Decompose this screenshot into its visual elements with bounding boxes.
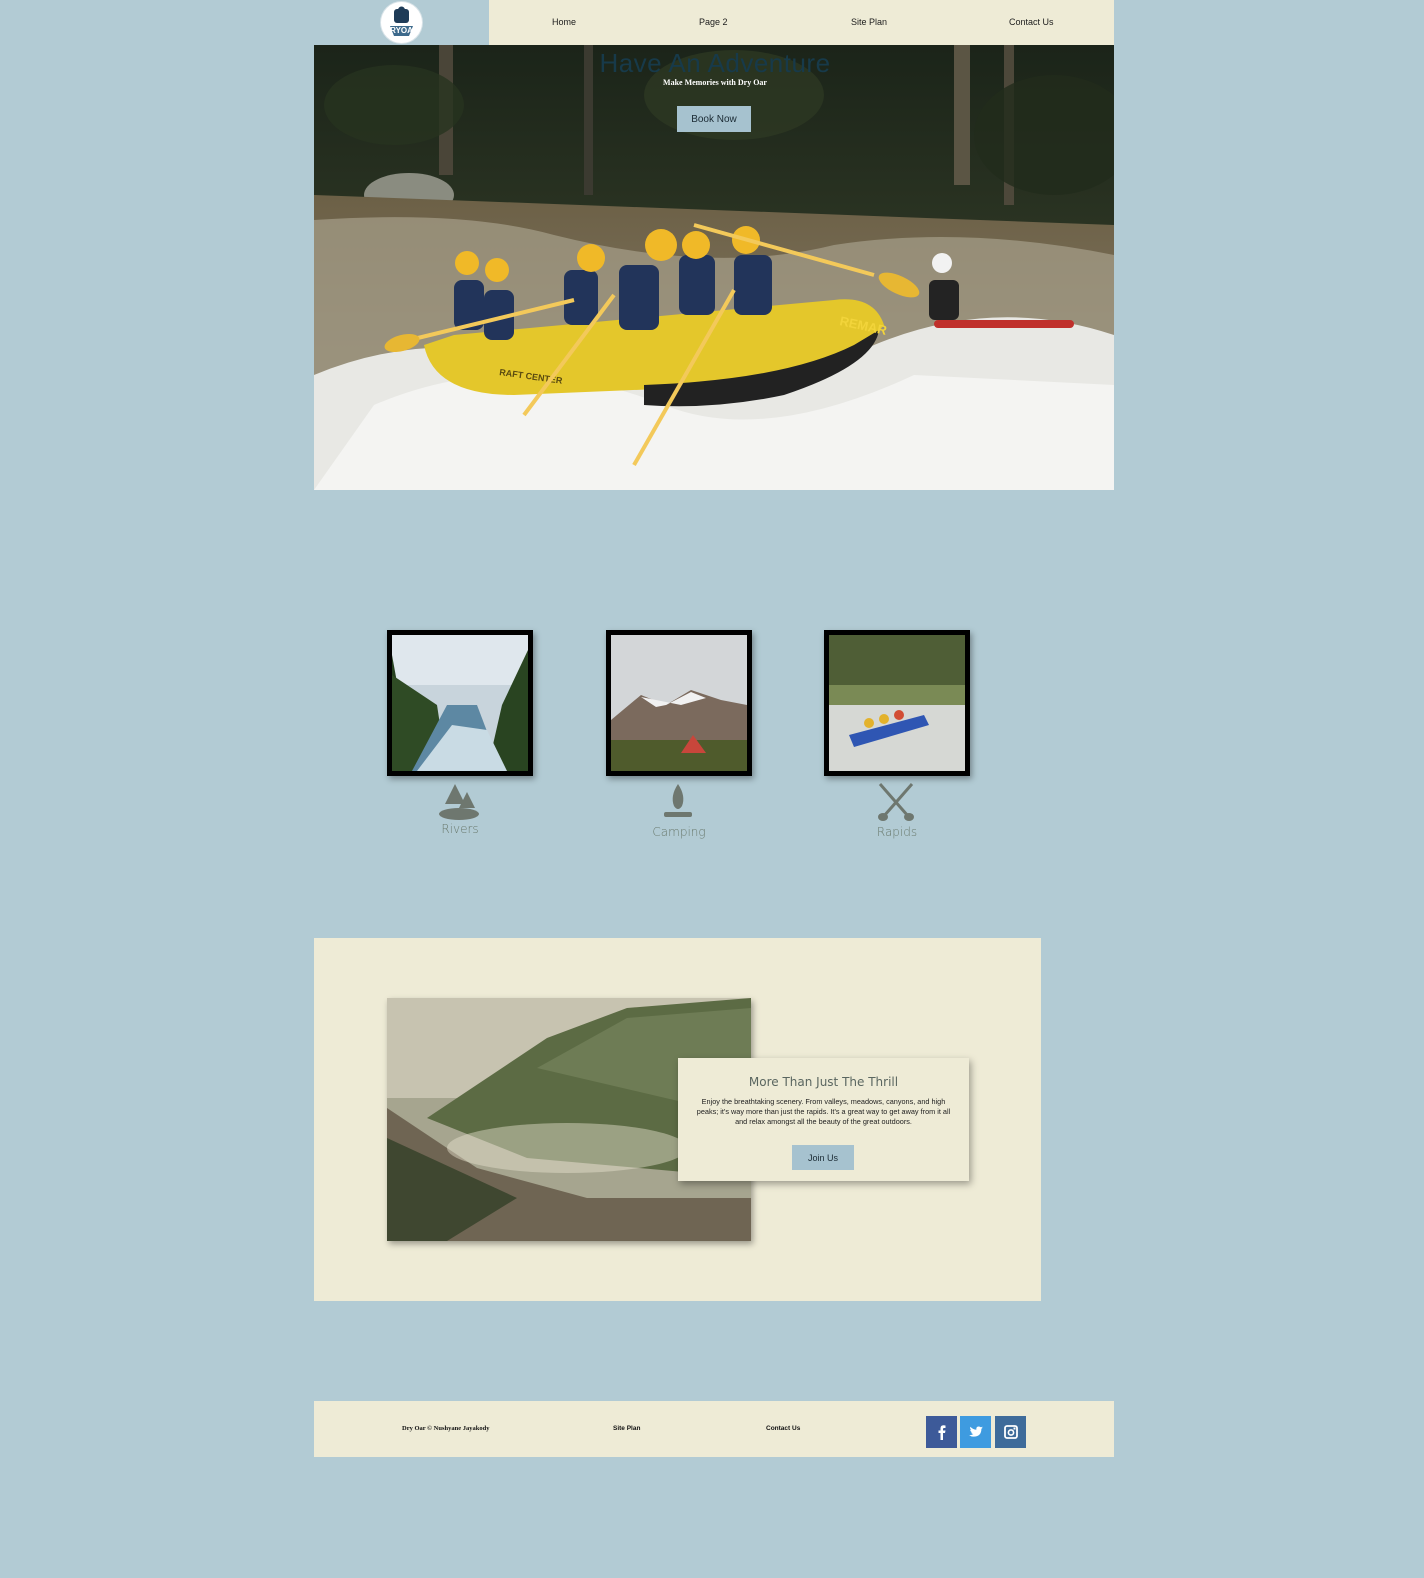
- nav-contact-us[interactable]: Contact Us: [1009, 17, 1054, 27]
- rapids-image-tile[interactable]: [824, 630, 970, 776]
- instagram-button[interactable]: [995, 1416, 1026, 1448]
- hero-subtitle: Make Memories with Dry Oar: [663, 78, 767, 87]
- facebook-icon: [938, 1425, 945, 1440]
- thrill-description: Enjoy the breathtaking scenery. From val…: [696, 1097, 951, 1126]
- rapids-label: Rapids: [876, 825, 918, 839]
- rapids-photo: [829, 635, 965, 771]
- rivers-label: Rivers: [441, 822, 479, 836]
- logo-icon: DRYOAR: [384, 6, 419, 36]
- footer-site-plan-link[interactable]: Site Plan: [613, 1425, 640, 1432]
- footer-copyright: Dry Oar © Nushyane Jayakody: [402, 1425, 490, 1432]
- nav-home[interactable]: Home: [552, 17, 576, 27]
- top-nav: Home Page 2 Site Plan Contact Us: [489, 0, 1114, 45]
- book-now-button[interactable]: Book Now: [677, 106, 751, 132]
- rivers-photo: [392, 635, 528, 771]
- camping-image-tile[interactable]: [606, 630, 752, 776]
- camping-label: Camping: [652, 825, 706, 839]
- facebook-button[interactable]: [926, 1416, 957, 1448]
- instagram-icon: [1003, 1425, 1018, 1439]
- river-trees-icon: [439, 784, 479, 820]
- nav-page-2[interactable]: Page 2: [699, 17, 728, 27]
- footer-contact-link[interactable]: Contact Us: [766, 1425, 800, 1432]
- thrill-title: More Than Just The Thrill: [748, 1075, 899, 1089]
- camping-photo: [611, 635, 747, 771]
- rivers-image-tile[interactable]: [387, 630, 533, 776]
- hero-title: Have An Adventure: [599, 48, 831, 78]
- join-us-button[interactable]: Join Us: [792, 1145, 854, 1170]
- twitter-icon: [968, 1426, 983, 1437]
- logo-text: DRYOAR: [384, 26, 419, 35]
- crossed-paddles-icon: [878, 783, 914, 821]
- logo[interactable]: DRYOAR: [381, 2, 422, 43]
- campfire-icon: [664, 784, 692, 817]
- twitter-button[interactable]: [960, 1416, 991, 1448]
- nav-site-plan[interactable]: Site Plan: [851, 17, 887, 27]
